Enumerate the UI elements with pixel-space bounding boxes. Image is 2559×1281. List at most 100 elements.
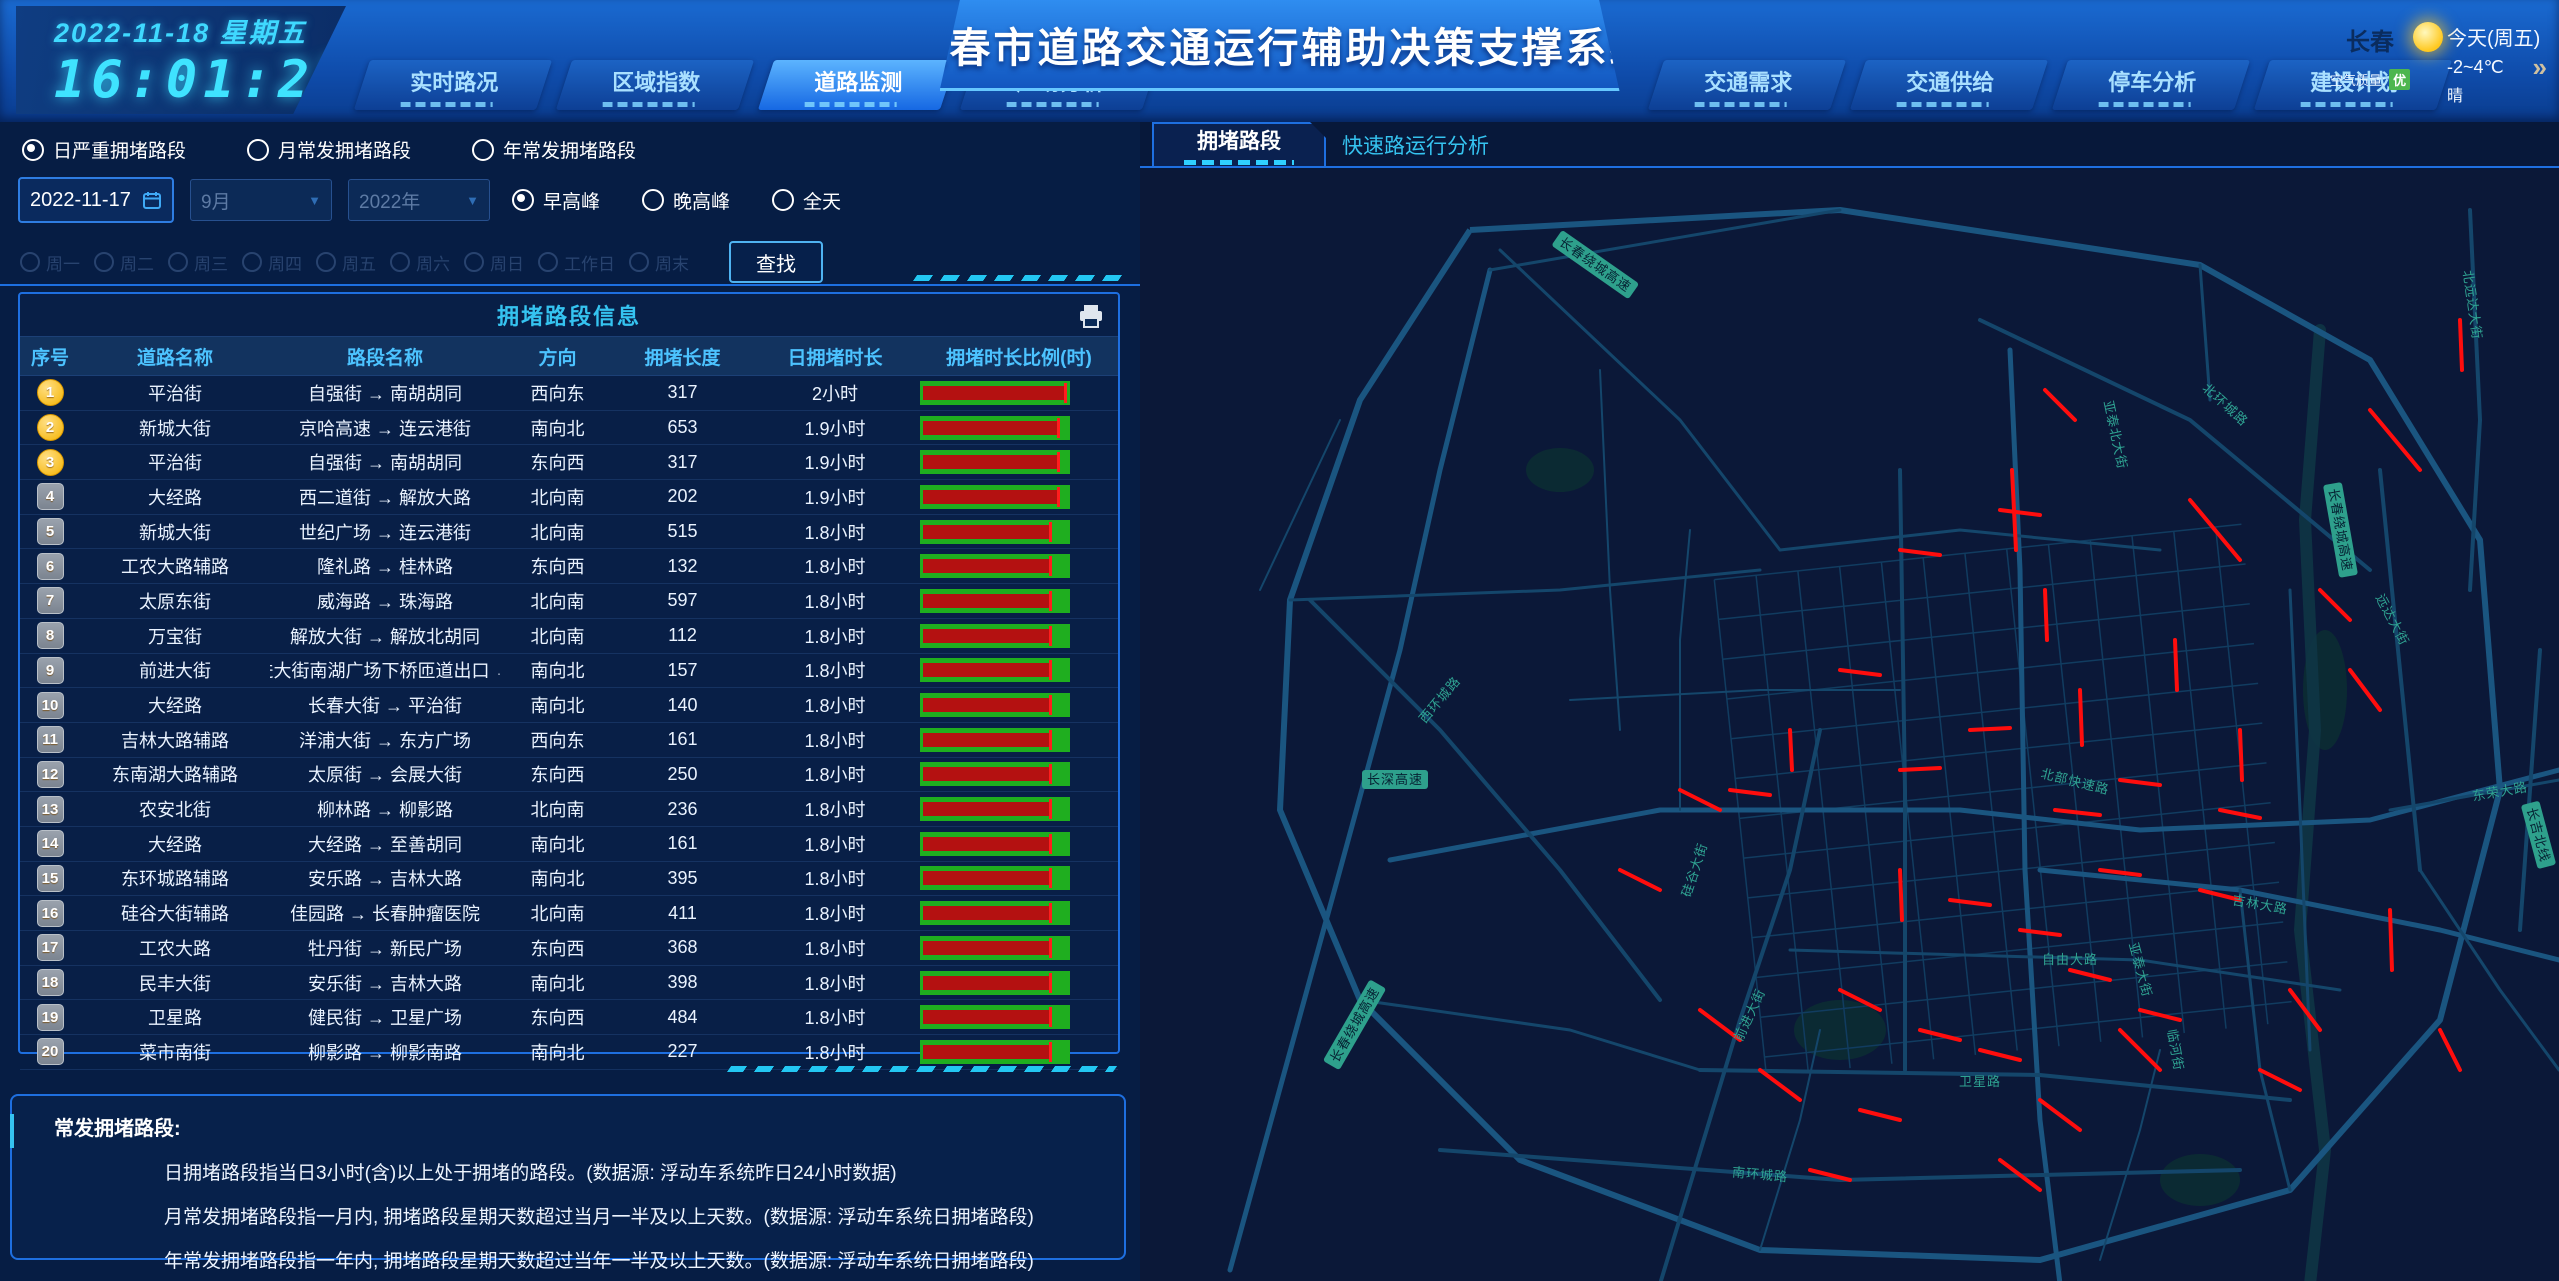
nav-tab-道路监测[interactable]: 道路监测 xyxy=(758,60,956,110)
cell-road: 民丰大街 xyxy=(80,970,270,996)
rank-badge: 20 xyxy=(37,1038,64,1065)
table-row[interactable]: 4大经路西二道街 → 解放大路北向南2021.9小时 xyxy=(20,480,1118,515)
table-row[interactable]: 9前进大街前进大街南湖广场下桥匝道出口 → ...南向北1571.8小时 xyxy=(20,654,1118,689)
table-row[interactable]: 6工农大路辅路隆礼路 → 桂林路东向西1321.8小时 xyxy=(20,549,1118,584)
radio-label: 周三 xyxy=(194,250,228,275)
table-row[interactable]: 20菜市南街柳影路 → 柳影南路南向北2271.8小时 xyxy=(20,1035,1118,1070)
cell-rank: 1 xyxy=(20,379,80,406)
cell-segment: 太原街 → 会展大街 xyxy=(270,761,500,787)
cell-ratio xyxy=(920,485,1070,509)
radio-icon[interactable] xyxy=(642,189,664,211)
map-road-label: 卫星路 xyxy=(1959,1074,2001,1089)
tab-underline xyxy=(401,102,493,107)
printer-icon[interactable] xyxy=(1078,303,1104,329)
city-map[interactable]: 长春绕城高速长春绕城高速长春绕城高速长深高速长吉北线西环城路北环城路亚泰北大街北… xyxy=(1140,170,2559,1281)
cell-rank: 12 xyxy=(20,761,80,788)
ratio-bar xyxy=(920,728,1070,752)
table-row[interactable]: 13农安北街柳林路 → 柳影路北向南2361.8小时 xyxy=(20,792,1118,827)
table-row[interactable]: 18民丰大街安乐街 → 吉林大路南向北3981.8小时 xyxy=(20,966,1118,1001)
weather-more-icon[interactable]: » xyxy=(2533,52,2547,83)
ratio-bar xyxy=(920,693,1070,717)
table-row[interactable]: 17工农大路牡丹街 → 新民广场东向西3681.8小时 xyxy=(20,931,1118,966)
date-filter-row: 2022-11-17 9月 ▼ 2022年 ▼ 早高峰 晚高峰 全天 xyxy=(18,177,1140,223)
ratio-bar-fill xyxy=(923,559,1050,573)
cell-ratio xyxy=(920,762,1070,786)
table-row[interactable]: 1平治街自强街 → 南胡胡同西向东3172小时 xyxy=(20,376,1118,411)
table-row[interactable]: 15东环城路辅路安乐路 → 吉林大路南向北3951.8小时 xyxy=(20,862,1118,897)
radio-option-周末: 周末 xyxy=(629,250,689,275)
nav-tab-区域指数[interactable]: 区域指数 xyxy=(556,60,754,110)
ratio-bar xyxy=(920,832,1070,856)
ratio-bar-fill xyxy=(923,1010,1050,1024)
weather-day: 今天(周五) xyxy=(2447,22,2553,51)
cell-road: 工农大路 xyxy=(80,935,270,961)
nav-tab-交通需求[interactable]: 交通需求 xyxy=(1648,60,1846,110)
cell-ratio xyxy=(920,658,1070,682)
table-row[interactable]: 16硅谷大街辅路佳园路 → 长春肿瘤医院北向南4111.8小时 xyxy=(20,896,1118,931)
ratio-bar-fill xyxy=(923,421,1058,435)
radio-icon[interactable] xyxy=(772,189,794,211)
ratio-bar xyxy=(920,936,1070,960)
table-row[interactable]: 14大经路大经路 → 至善胡同南向北1611.8小时 xyxy=(20,827,1118,862)
cell-rank: 14 xyxy=(20,830,80,857)
radio-label: 全天 xyxy=(803,187,841,214)
table-row[interactable]: 12东南湖大路辅路太原街 → 会展大街东向西2501.8小时 xyxy=(20,758,1118,793)
search-button[interactable]: 查找 xyxy=(729,241,823,283)
weather-condition: 晴 xyxy=(2447,82,2553,106)
cell-road: 太原东街 xyxy=(80,588,270,614)
radio-option-周日: 周日 xyxy=(464,250,524,275)
table-row[interactable]: 11吉林大路辅路洋浦大街 → 东方广场西向东1611.8小时 xyxy=(20,723,1118,758)
month-select[interactable]: 9月 ▼ xyxy=(190,179,332,221)
radio-option-晚高峰[interactable]: 晚高峰 xyxy=(642,187,730,214)
table-row[interactable]: 5新城大街世纪广场 → 连云港街北向南5151.8小时 xyxy=(20,515,1118,550)
table-header-row: 序号道路名称路段名称方向拥堵长度日拥堵时长拥堵时长比例(时) xyxy=(20,336,1118,376)
table-row[interactable]: 3平治街自强街 → 南胡胡同东向西3171.9小时 xyxy=(20,445,1118,480)
radio-icon xyxy=(94,252,114,272)
cell-direction: 北向南 xyxy=(500,588,615,614)
cell-ratio xyxy=(920,971,1070,995)
map-tab-快速路运行分析[interactable]: 快速路运行分析 xyxy=(1326,124,1505,166)
decorative-dashes xyxy=(727,1066,1117,1072)
cell-road: 平治街 xyxy=(80,380,270,406)
cell-length: 395 xyxy=(615,868,750,889)
cell-segment: 大经路 → 至善胡同 xyxy=(270,831,500,857)
cell-duration: 1.8小时 xyxy=(750,519,920,545)
note-line: 年常发拥堵路段指一年内, 拥堵路段星期天数超过当年一半及以上天数。(数据源: 浮… xyxy=(164,1246,1124,1273)
radio-option-月常发拥堵路段[interactable]: 月常发拥堵路段 xyxy=(247,136,472,163)
radio-option-全天[interactable]: 全天 xyxy=(772,187,841,214)
ratio-bar-fill xyxy=(923,663,1050,677)
radio-icon[interactable] xyxy=(22,139,44,161)
cell-duration: 1.9小时 xyxy=(750,449,920,475)
radio-option-早高峰[interactable]: 早高峰 xyxy=(512,187,600,214)
radio-icon[interactable] xyxy=(247,139,269,161)
ratio-bar-fill xyxy=(923,490,1058,504)
nav-tab-label: 交通供给 xyxy=(1906,65,1994,97)
nav-tab-停车分析[interactable]: 停车分析 xyxy=(2052,60,2250,110)
radio-option-年常发拥堵路段[interactable]: 年常发拥堵路段 xyxy=(472,136,697,163)
map-road-label: 长深高速 xyxy=(1367,772,1423,787)
map-tab-拥堵路段[interactable]: 拥堵路段 xyxy=(1152,122,1326,166)
radio-icon[interactable] xyxy=(472,139,494,161)
cell-rank: 15 xyxy=(20,865,80,892)
cell-road: 吉林大路辅路 xyxy=(80,727,270,753)
nav-tab-交通供给[interactable]: 交通供给 xyxy=(1850,60,2048,110)
weather-widget[interactable]: 长春 空气质量: 优 今天(周五) -2~4℃ 晴 » xyxy=(2327,8,2553,106)
nav-tab-实时路况[interactable]: 实时路况 xyxy=(354,60,552,110)
radio-icon[interactable] xyxy=(512,189,534,211)
column-header-1: 道路名称 xyxy=(80,337,270,375)
radio-label: 日严重拥堵路段 xyxy=(53,136,186,163)
table-row[interactable]: 7太原东街威海路 → 珠海路北向南5971.8小时 xyxy=(20,584,1118,619)
radio-option-日严重拥堵路段[interactable]: 日严重拥堵路段 xyxy=(22,136,247,163)
ratio-bar-fill xyxy=(923,594,1050,608)
cell-rank: 19 xyxy=(20,1004,80,1031)
cell-segment: 柳影路 → 柳影南路 xyxy=(270,1039,500,1065)
table-row[interactable]: 10大经路长春大街 → 平治街南向北1401.8小时 xyxy=(20,688,1118,723)
date-picker[interactable]: 2022-11-17 xyxy=(18,177,174,223)
table-row[interactable]: 8万宝街解放大街 → 解放北胡同北向南1121.8小时 xyxy=(20,619,1118,654)
table-row[interactable]: 2新城大街京哈高速 → 连云港街南向北6531.9小时 xyxy=(20,411,1118,446)
nav-tab-label: 实时路况 xyxy=(410,65,498,97)
cell-direction: 北向南 xyxy=(500,900,615,926)
year-select[interactable]: 2022年 ▼ xyxy=(348,179,490,221)
column-header-6: 拥堵时长比例(时) xyxy=(920,337,1118,375)
table-row[interactable]: 19卫星路健民街 → 卫星广场东向西4841.8小时 xyxy=(20,1000,1118,1035)
